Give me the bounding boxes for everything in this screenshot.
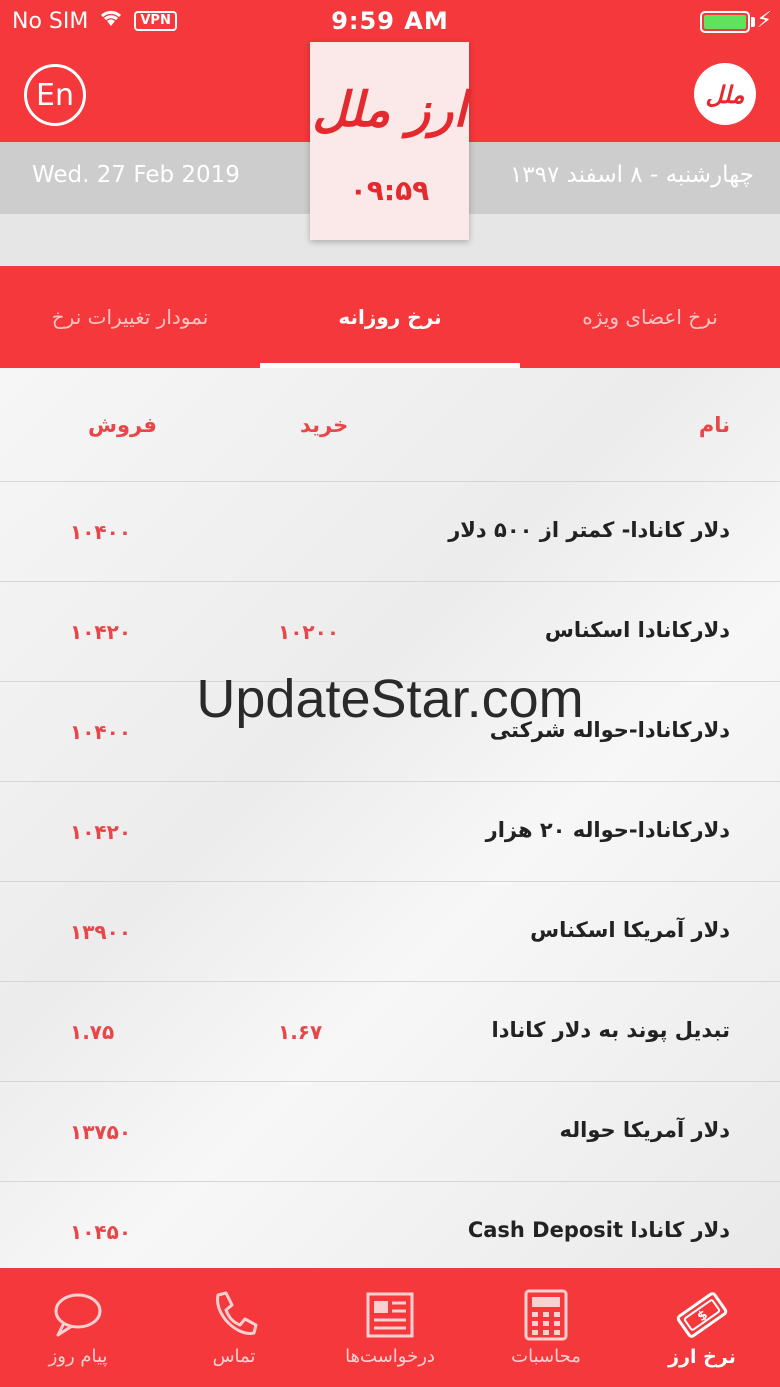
nav-requests[interactable]: درخواست‌ها: [312, 1268, 468, 1387]
brand-clock: ۰۹:۵۹: [349, 174, 430, 207]
row-name: دلار کانادا Cash Deposit: [467, 1218, 730, 1242]
nav-label: پیام روز: [48, 1346, 108, 1367]
row-sell: ۱۰۴۲۰: [70, 620, 132, 644]
tab-vip-rate[interactable]: نرخ اعضای ویژه: [520, 266, 780, 368]
brand-card: ارز ملل ۰۹:۵۹: [310, 42, 469, 240]
app-logo[interactable]: ملل: [694, 63, 756, 125]
table-row[interactable]: دلار آمریکا اسکناس ۱۳۹۰۰: [0, 882, 780, 982]
table-row[interactable]: دلار آمریکا حواله ۱۳۷۵۰: [0, 1082, 780, 1182]
row-buy: ۱.۶۷: [278, 1020, 323, 1044]
battery-cap: [751, 17, 755, 27]
brand-title: ارز ملل: [312, 82, 467, 138]
row-buy: ۱۰۲۰۰: [278, 620, 340, 644]
row-name: تبدیل پوند به دلار کانادا: [491, 1018, 731, 1042]
nav-label: درخواست‌ها: [345, 1346, 435, 1367]
language-button[interactable]: En: [24, 64, 86, 126]
nav-label: محاسبات: [511, 1346, 581, 1367]
status-bar: No SIM VPN 9:59 AM ⚡: [0, 0, 780, 42]
rates-table: نام خرید فروش دلار کانادا- کمتر از ۵۰۰ د…: [0, 368, 780, 1268]
date-gregorian: Wed. 27 Feb 2019: [32, 162, 240, 188]
row-sell: ۱۳۷۵۰: [70, 1120, 132, 1144]
table-row[interactable]: دلار کانادا- کمتر از ۵۰۰ دلار ۱۰۴۰۰: [0, 482, 780, 582]
row-sell: ۱.۷۵: [70, 1020, 115, 1044]
tab-bar: نمودار تغییرات نرخ نرخ روزانه نرخ اعضای …: [0, 266, 780, 368]
row-sell: ۱۰۴۵۰: [70, 1220, 132, 1244]
watermark: UpdateStar.com: [196, 669, 584, 729]
calculator-icon: [522, 1288, 570, 1342]
nav-contact[interactable]: تماس: [156, 1268, 312, 1387]
nav-exchange-rate[interactable]: $ نرخ ارز: [624, 1268, 780, 1387]
status-time: 9:59 AM: [331, 7, 449, 35]
row-sell: ۱۰۴۰۰: [70, 520, 132, 544]
table-header: نام خرید فروش: [0, 368, 780, 482]
row-name: دلار آمریکا حواله: [559, 1118, 731, 1142]
column-header-buy: خرید: [300, 412, 349, 437]
svg-text:$: $: [695, 1307, 711, 1324]
chat-bubble-icon: [52, 1288, 104, 1342]
row-name: دلار کانادا- کمتر از ۵۰۰ دلار: [448, 518, 730, 542]
table-row[interactable]: تبدیل پوند به دلار کانادا ۱.۶۷ ۱.۷۵: [0, 982, 780, 1082]
column-header-name: نام: [698, 412, 730, 437]
row-name: دلارکانادا-حواله ۲۰ هزار: [485, 818, 730, 842]
newspaper-icon: [364, 1288, 416, 1342]
bottom-nav: پیام روز تماس درخواست‌ها: [0, 1268, 780, 1387]
currency-tag-icon: $: [674, 1288, 730, 1342]
table-row[interactable]: دلارکانادا-حواله ۲۰ هزار ۱۰۴۲۰: [0, 782, 780, 882]
nav-label: نرخ ارز: [668, 1345, 736, 1368]
phone-icon: [208, 1288, 260, 1342]
row-sell: ۱۰۴۲۰: [70, 820, 132, 844]
tab-rate-chart[interactable]: نمودار تغییرات نرخ: [0, 266, 260, 368]
nav-message-of-day[interactable]: پیام روز: [0, 1268, 156, 1387]
tab-daily-rate[interactable]: نرخ روزانه: [260, 266, 520, 368]
column-header-sell: فروش: [88, 412, 157, 437]
nav-calculations[interactable]: محاسبات: [468, 1268, 624, 1387]
date-persian: چهارشنبه - ۸ اسفند ۱۳۹۷: [509, 162, 754, 188]
row-sell: ۱۳۹۰۰: [70, 920, 132, 944]
nav-label: تماس: [212, 1346, 256, 1367]
table-row[interactable]: دلار کانادا Cash Deposit ۱۰۴۵۰: [0, 1182, 780, 1268]
battery-icon: [700, 11, 750, 33]
charging-icon: ⚡: [756, 8, 772, 33]
row-name: دلارکانادا اسکناس: [544, 618, 730, 642]
row-name: دلار آمریکا اسکناس: [530, 918, 730, 942]
table-row[interactable]: دلارکانادا اسکناس ۱۰۲۰۰ ۱۰۴۲۰: [0, 582, 780, 682]
